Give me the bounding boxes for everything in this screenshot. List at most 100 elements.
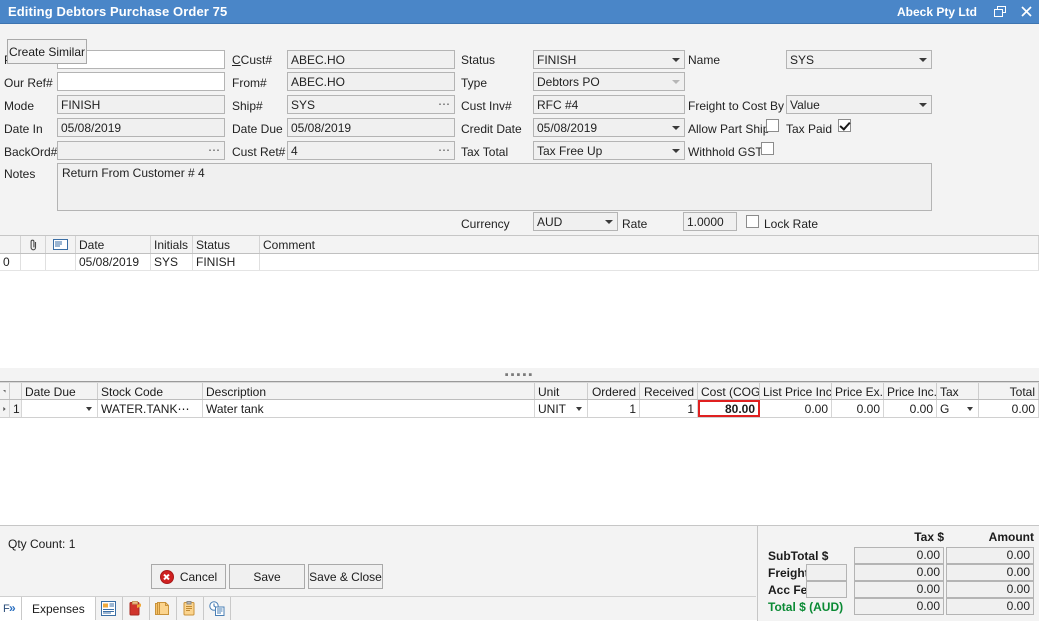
note-icon[interactable] (46, 236, 76, 253)
line-col-price-inc[interactable]: Price Inc. (884, 383, 937, 399)
clipboard-icon[interactable] (177, 597, 204, 620)
currency-dropdown[interactable]: AUD (533, 212, 618, 231)
history-col-comment[interactable]: Comment (260, 236, 1039, 253)
chevron-down-icon (672, 149, 680, 153)
close-icon[interactable] (1013, 0, 1039, 24)
line-cell-received[interactable]: 1 (640, 400, 698, 417)
tax-total-value: Tax Free Up (537, 144, 602, 158)
label-date-in: Date In (4, 122, 43, 136)
row-selector-icon[interactable] (0, 400, 10, 417)
line-col-received[interactable]: Received (640, 383, 698, 399)
freight-to-cost-by-dropdown[interactable]: Value (786, 95, 932, 114)
totals-acc-fee-amount: 0.00 (946, 581, 1034, 598)
history-col-rownum[interactable] (0, 236, 21, 253)
lock-rate-checkbox[interactable] (746, 215, 759, 228)
attachment-icon[interactable] (21, 236, 46, 253)
rate-field[interactable]: 1.0000 (683, 212, 737, 231)
label-from-number: From# (232, 76, 267, 90)
history-col-status[interactable]: Status (193, 236, 260, 253)
overflow-chevron-icon[interactable]: » (9, 601, 16, 615)
line-col-total[interactable]: Total (979, 383, 1039, 399)
label-mode: Mode (4, 99, 34, 113)
line-cell-price-inc[interactable]: 0.00 (884, 400, 937, 417)
line-cell-rownum: 1 (10, 400, 22, 417)
withhold-gst-checkbox[interactable] (761, 142, 774, 155)
cancel-button-label: Cancel (180, 570, 217, 584)
create-similar-button[interactable]: Create Similar (7, 39, 87, 64)
notes-textarea[interactable]: Return From Customer # 4 (57, 163, 932, 211)
status-dropdown[interactable]: FINISH (533, 50, 685, 69)
tax-paid-checkbox[interactable] (838, 119, 851, 132)
line-col-tax[interactable]: Tax (937, 383, 979, 399)
history-col-date[interactable]: Date (76, 236, 151, 253)
footer-tabstrip: F » Expenses (0, 596, 756, 620)
ship-number-field[interactable]: SYS⋯ (287, 95, 455, 114)
totals-acc-fee-input[interactable] (806, 581, 847, 598)
cancel-button[interactable]: Cancel (151, 564, 226, 589)
line-col-price-ex[interactable]: Price Ex. (832, 383, 884, 399)
line-cell-cost-cog[interactable]: 80.00 (698, 400, 760, 417)
line-cell-price-ex[interactable]: 0.00 (832, 400, 884, 417)
from-number-field[interactable]: ABEC.HO (287, 72, 455, 91)
name-dropdown[interactable]: SYS (786, 50, 932, 69)
window-titlebar: Editing Debtors Purchase Order 75 Abeck … (0, 0, 1039, 24)
line-cell-date-due[interactable] (22, 400, 98, 417)
type-dropdown[interactable]: Debtors PO (533, 72, 685, 91)
line-col-ordered[interactable]: Ordered (588, 383, 640, 399)
tab-expenses[interactable]: Expenses (22, 597, 96, 620)
line-col-date-due[interactable]: Date Due (22, 383, 98, 399)
cust-ret-field[interactable]: 4⋯ (287, 141, 455, 160)
line-tax-value: G (940, 402, 949, 416)
line-cell-unit[interactable]: UNIT (535, 400, 588, 417)
table-row[interactable]: 0 05/08/2019 SYS FINISH (0, 254, 1039, 271)
clipboard-red-icon[interactable] (123, 597, 150, 620)
restore-icon[interactable] (987, 0, 1013, 24)
cust-ret-ellipsis-icon[interactable]: ⋯ (438, 142, 451, 158)
line-cell-tax[interactable]: G (937, 400, 979, 417)
card-icon[interactable] (96, 597, 123, 620)
cust-number-field[interactable]: ABEC.HO (287, 50, 455, 69)
line-cell-list-price-inc[interactable]: 0.00 (760, 400, 832, 417)
cust-inv-field[interactable]: RFC #4 (533, 95, 685, 114)
allow-part-ship-checkbox[interactable] (766, 119, 779, 132)
history-cell-status: FINISH (193, 254, 260, 270)
table-row[interactable]: 1 WATER.TANK⋯ Water tank UNIT 1 1 80.00 … (0, 400, 1039, 418)
grid-splitter[interactable]: ▪▪▪▪▪ (0, 368, 1039, 382)
date-in-field[interactable]: 05/08/2019 (57, 118, 225, 137)
credit-date-dropdown[interactable]: 05/08/2019 (533, 118, 685, 137)
line-cell-total[interactable]: 0.00 (979, 400, 1039, 417)
our-ref-field[interactable] (57, 72, 225, 91)
line-cell-ordered[interactable]: 1 (588, 400, 640, 417)
date-due-field[interactable]: 05/08/2019 (287, 118, 455, 137)
tax-total-dropdown[interactable]: Tax Free Up (533, 141, 685, 160)
line-cell-description[interactable]: Water tank (203, 400, 535, 417)
copy-pages-icon[interactable] (150, 597, 177, 620)
cust-ret-value: 4 (291, 144, 298, 158)
line-col-unit[interactable]: Unit (535, 383, 588, 399)
save-close-button[interactable]: Save & Close (308, 564, 383, 589)
line-cell-stock-code[interactable]: WATER.TANK⋯ (98, 400, 203, 417)
backord-field[interactable]: ⋯ (57, 141, 225, 160)
grid-corner-icon[interactable] (0, 383, 10, 399)
line-col-list-price-inc[interactable]: List Price Inc. (760, 383, 832, 399)
history-icon[interactable] (204, 597, 231, 620)
totals-total-tax: 0.00 (854, 598, 944, 615)
line-items-grid: Date Due Stock Code Description Unit Ord… (0, 382, 1039, 525)
history-col-initials[interactable]: Initials (151, 236, 193, 253)
label-type: Type (461, 76, 487, 90)
backord-ellipsis-icon[interactable]: ⋯ (208, 142, 221, 158)
label-rate: Rate (622, 217, 647, 231)
label-status: Status (461, 53, 495, 67)
ship-ellipsis-icon[interactable]: ⋯ (438, 96, 451, 112)
line-col-cost-cog[interactable]: Cost (COG) (698, 383, 760, 399)
tab-hidden-partial[interactable]: F » (0, 597, 22, 620)
line-col-stock-code[interactable]: Stock Code (98, 383, 203, 399)
mode-field[interactable]: FINISH (57, 95, 225, 114)
status-value: FINISH (537, 53, 576, 67)
totals-freight-tax: 0.00 (854, 564, 944, 581)
line-col-description[interactable]: Description (203, 383, 535, 399)
save-button[interactable]: Save (229, 564, 305, 589)
history-grid: Date Initials Status Comment 0 05/08/201… (0, 235, 1039, 368)
totals-freight-input[interactable] (806, 564, 847, 581)
stock-code-ellipsis-icon[interactable]: ⋯ (177, 402, 189, 416)
